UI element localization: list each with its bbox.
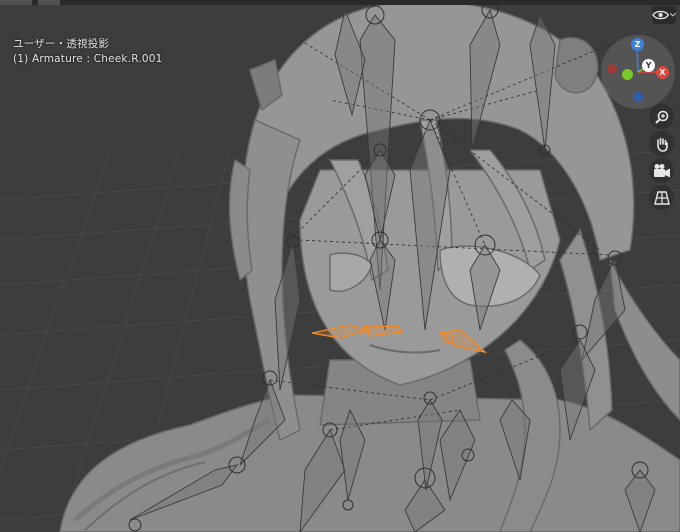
active-object-label: (1) Armature : Cheek.R.001 (13, 53, 163, 65)
header-tab[interactable] (38, 0, 60, 5)
navigation-gizmo[interactable]: Z Y X (600, 34, 676, 110)
scene-canvas[interactable] (0, 0, 680, 532)
axis-y-label: Y (645, 61, 652, 70)
zoom-button[interactable] (649, 104, 674, 129)
chevron-down-icon (670, 12, 676, 17)
axis-neg-x-button[interactable] (607, 64, 617, 74)
camera-icon (653, 163, 670, 177)
header-tab[interactable] (0, 0, 32, 5)
axis-z-button[interactable]: Z (631, 38, 644, 51)
visibility-toggle-button[interactable] (652, 6, 676, 24)
axis-x-button[interactable]: X (656, 66, 669, 79)
axis-x-label: X (659, 68, 666, 77)
hand-icon (656, 137, 668, 152)
axis-z-label: Z (634, 40, 641, 49)
camera-view-button[interactable] (649, 158, 674, 183)
3d-viewport[interactable]: ユーザー・透視投影 (1) Armature : Cheek.R.001 Z Y… (0, 0, 680, 532)
grid-icon (653, 190, 670, 205)
pan-button[interactable] (649, 131, 674, 156)
zoom-in-icon (654, 110, 668, 124)
axis-neg-z-button[interactable] (633, 92, 643, 102)
axis-y-button[interactable]: Y (642, 59, 655, 72)
axis-neg-y-button[interactable] (622, 69, 633, 80)
header-strip (0, 0, 680, 5)
eye-icon (652, 10, 670, 20)
view-mode-label: ユーザー・透視投影 (13, 38, 110, 50)
toggle-ortho-button[interactable] (649, 185, 674, 210)
